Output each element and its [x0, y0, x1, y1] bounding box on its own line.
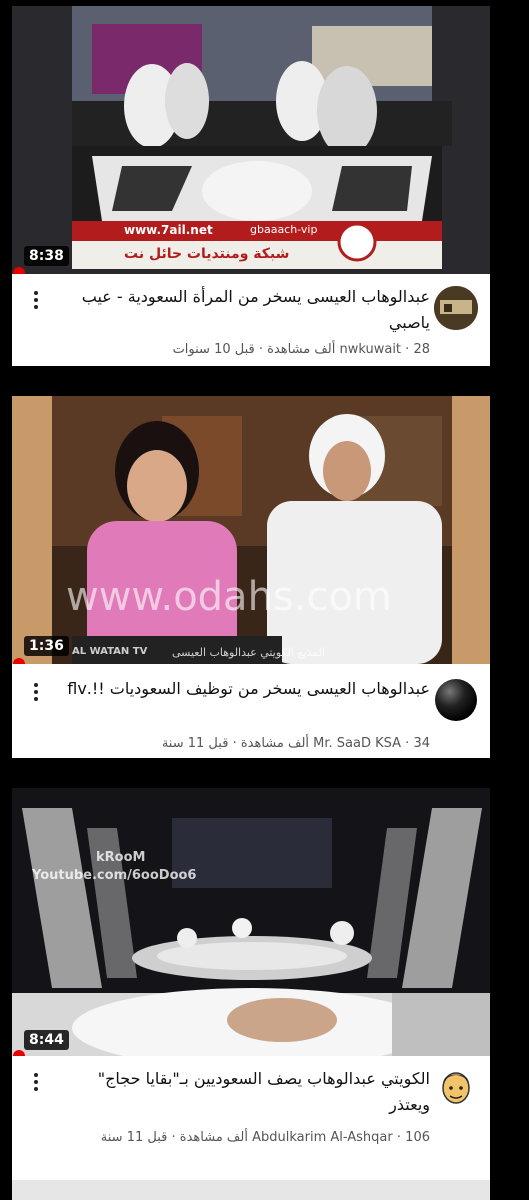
kebab-menu-icon[interactable]: [26, 1070, 46, 1094]
video-duration: 1:36: [24, 636, 69, 656]
youtube-results-screen: www.7ail.net gbaaach-vip شبكة ومنتديات ح…: [0, 0, 529, 1200]
video-duration: 8:38: [24, 246, 69, 266]
thumb-watermark: www.odahs.com: [66, 574, 392, 620]
kebab-menu-icon[interactable]: [26, 680, 46, 704]
kebab-menu-icon[interactable]: [26, 288, 46, 312]
channel-avatar[interactable]: [434, 1068, 478, 1112]
meta-separator: ·: [232, 736, 237, 751]
upload-age: قبل 11 سنة: [100, 1130, 168, 1145]
channel-avatar[interactable]: [434, 286, 478, 330]
thumb-url-text: www.7ail.net: [124, 223, 213, 237]
channel-name[interactable]: nwkuwait: [339, 342, 401, 357]
thumb-overlay-line1: kRooM: [96, 850, 146, 865]
video-thumbnail[interactable]: kRooM Youtube.com/6ooDoo6 8:44: [12, 788, 490, 1056]
next-card-placeholder: [12, 1180, 490, 1200]
meta-separator: ·: [396, 1130, 402, 1145]
video-meta: Mr. SaaD KSA · 34 ألف مشاهدة · قبل 11 سن…: [64, 736, 430, 751]
meta-separator: ·: [258, 342, 264, 357]
channel-avatar[interactable]: [434, 678, 478, 722]
thumbnail-image: [12, 788, 490, 1056]
channel-name[interactable]: Abdulkarim Al-Ashqar: [252, 1130, 393, 1145]
channel-name[interactable]: Mr. SaaD KSA: [313, 736, 401, 751]
video-thumbnail[interactable]: www.odahs.com AL WATAN TV المذيع الكويتي…: [12, 396, 490, 664]
thumb-network-text: AL WATAN TV: [72, 646, 148, 657]
video-title[interactable]: عبدالوهاب العيسى يسخر من توظيف السعوديات…: [64, 676, 430, 702]
video-title[interactable]: عبدالوهاب العيسى يسخر من المرأة السعودية…: [64, 284, 430, 336]
upload-age: قبل 11 سنة: [161, 736, 229, 751]
thumb-caption-text: المذيع الكويتي عبدالوهاب العيسى: [172, 646, 325, 659]
thumb-caption-text: شبكة ومنتديات حائل نت: [124, 246, 290, 262]
video-thumbnail[interactable]: www.7ail.net gbaaach-vip شبكة ومنتديات ح…: [12, 6, 490, 274]
meta-separator: ·: [171, 1130, 176, 1145]
meta-separator: ·: [405, 736, 410, 751]
meta-separator: ·: [405, 342, 410, 357]
video-info[interactable]: الكويتي عبدالوهاب يصف السعوديين بـ"بقايا…: [12, 1056, 490, 1180]
video-info[interactable]: عبدالوهاب العيسى يسخر من توظيف السعوديات…: [12, 664, 490, 758]
thumb-handle-text: gbaaach-vip: [250, 223, 318, 236]
video-meta: Abdulkarim Al-Ashqar · 106 ألف مشاهدة · …: [64, 1130, 430, 1145]
video-duration: 8:44: [24, 1030, 69, 1050]
upload-age: قبل 10 سنوات: [172, 342, 255, 357]
thumbnail-image: [12, 396, 490, 664]
video-meta: nwkuwait · 28 ألف مشاهدة · قبل 10 سنوات: [64, 342, 430, 357]
video-title[interactable]: الكويتي عبدالوهاب يصف السعوديين بـ"بقايا…: [64, 1066, 430, 1118]
thumb-overlay-line2: Youtube.com/6ooDoo6: [32, 868, 197, 883]
video-info[interactable]: عبدالوهاب العيسى يسخر من المرأة السعودية…: [12, 274, 490, 366]
